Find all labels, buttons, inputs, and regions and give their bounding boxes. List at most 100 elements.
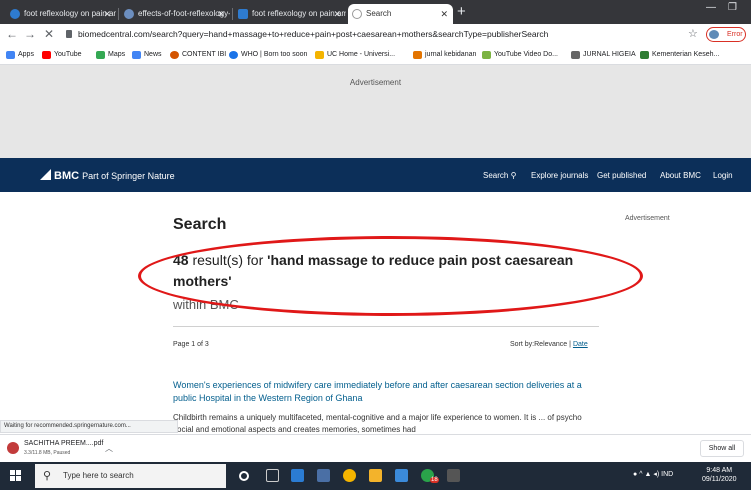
bookmark-item[interactable]: JURNAL HIGEIA (571, 49, 636, 61)
bookmark-item[interactable]: WHO | Born too soon (229, 49, 307, 61)
search-placeholder: Type here to search (63, 471, 134, 480)
tab-4-active[interactable]: Search ✕ (348, 4, 453, 24)
notification-badge: 18 (430, 477, 439, 483)
tab-favicon-icon (238, 9, 248, 19)
address-bar[interactable]: biomedcentral.com/search?query=hand+mass… (66, 26, 682, 44)
minimize-icon[interactable]: — (706, 2, 716, 13)
bookmark-item[interactable]: News (132, 49, 162, 61)
tab-divider (118, 8, 119, 20)
ad-banner[interactable]: Advertisement (0, 65, 751, 158)
mail-icon[interactable] (395, 469, 408, 482)
bookmark-item[interactable]: YouTube (42, 49, 82, 61)
pdf-icon (7, 442, 19, 454)
download-icon (482, 51, 491, 59)
pagination-text: Page 1 of 3 (173, 341, 209, 348)
file-explorer-icon[interactable] (369, 469, 382, 482)
bmc-logo[interactable]: BMC Part of Springer Nature (40, 169, 175, 182)
bookmark-label: YouTube Video Do... (494, 51, 558, 58)
content-icon (170, 51, 179, 59)
article-snippet: Childbirth remains a uniquely multifacet… (173, 413, 582, 434)
tab-2[interactable]: effects-of-foot-reflexology-on-p ✕ (120, 4, 230, 24)
profile-error-button[interactable]: Error (706, 27, 746, 42)
bookmark-label: YouTube (54, 51, 82, 58)
sort-control: Sort by:Relevance | Date (510, 341, 588, 348)
taskbar-search[interactable]: ⚲ Type here to search (35, 464, 226, 488)
clock-time: 9:48 AM (706, 467, 733, 474)
maps-icon (96, 51, 105, 59)
ad-label: Advertisement (349, 78, 402, 87)
avatar (709, 30, 719, 39)
media-icon[interactable] (317, 469, 330, 482)
bookmark-item[interactable]: jurnal kebidanan (413, 49, 476, 61)
stop-icon[interactable]: ✕ (44, 27, 54, 42)
sort-label: Sort by: (510, 341, 535, 348)
clock[interactable]: 9:48 AM 09/11/2020 (702, 466, 737, 484)
download-item[interactable]: SACHITHA PREEM....pdf 3.3/11.8 MB, Pause… (7, 439, 137, 459)
logo-subtitle: Part of Springer Nature (82, 171, 175, 181)
tab-divider (232, 8, 233, 20)
journal-icon (413, 51, 422, 59)
back-icon[interactable]: ← (6, 27, 18, 42)
ad-sidebar-label: Advertisement (625, 215, 670, 222)
store-icon[interactable] (447, 469, 460, 482)
cortana-icon[interactable] (239, 471, 249, 481)
sort-current: Relevance (534, 341, 568, 348)
word-icon[interactable] (291, 469, 304, 482)
tab-title: foot reflexology on pain among y (252, 9, 346, 18)
tab-1[interactable]: foot reflexology on pain among y ✕ (6, 4, 116, 24)
close-icon[interactable]: ✕ (103, 4, 111, 24)
show-all-button[interactable]: Show all (700, 440, 744, 457)
bookmark-item[interactable]: CONTENT IBI (170, 49, 226, 61)
bookmark-label: Apps (18, 51, 34, 58)
search-icon: ⚲ (510, 171, 517, 180)
language-indicator[interactable]: IND (661, 471, 673, 478)
bookmark-item[interactable]: UC Home - Universi... (315, 49, 395, 61)
bookmark-label: JURNAL HIGEIA (583, 51, 636, 58)
ministry-icon (640, 51, 649, 59)
tab-favicon-icon (124, 9, 134, 19)
tab-favicon-icon (10, 9, 20, 19)
download-filename: SACHITHA PREEM....pdf (24, 440, 104, 447)
bookmark-item[interactable]: Apps (6, 49, 34, 61)
bookmarks-bar: Apps YouTube Maps News CONTENT IBI WHO |… (0, 46, 751, 65)
article-title-link[interactable]: Women's experiences of midwifery care im… (173, 379, 603, 405)
nav-explore-journals[interactable]: Explore journals (531, 171, 588, 180)
clock-date: 09/11/2020 (702, 476, 737, 483)
forward-icon[interactable]: → (24, 27, 36, 42)
task-view-icon[interactable] (266, 469, 279, 482)
taskbar: ⚲ Type here to search 18 ● ^ ▲ ◂) IND 9:… (0, 462, 751, 490)
windows-start-icon[interactable] (10, 470, 22, 482)
volume-icon[interactable]: ◂) (653, 471, 659, 478)
tab-3[interactable]: foot reflexology on pain among y ✕ (234, 4, 346, 24)
download-status: 3.3/11.8 MB, Paused (24, 450, 71, 456)
bookmark-item[interactable]: Kementerian Keseh... (640, 49, 719, 61)
sort-separator: | (569, 341, 571, 348)
bookmark-item[interactable]: Maps (96, 49, 125, 61)
bookmark-label: Maps (108, 51, 126, 58)
bookmark-star-icon[interactable]: ☆ (688, 27, 698, 40)
bookmark-label: CONTENT IBI (182, 51, 227, 58)
page-title: Search (173, 216, 227, 233)
chevron-up-icon[interactable]: ^ (639, 471, 642, 478)
nav-login[interactable]: Login (713, 171, 733, 180)
chrome-tray-icon[interactable]: ● (633, 471, 637, 478)
close-icon[interactable]: ✕ (217, 4, 225, 24)
bookmark-label: News (144, 51, 162, 58)
restore-icon[interactable]: ❐ (728, 2, 737, 13)
who-icon (229, 51, 238, 59)
chrome-icon[interactable] (343, 469, 356, 482)
new-tab-icon[interactable]: + (457, 3, 466, 21)
close-icon[interactable]: ✕ (440, 4, 448, 24)
url-text[interactable]: biomedcentral.com/search?query=hand+mass… (78, 29, 548, 39)
close-icon[interactable]: ✕ (333, 4, 341, 24)
chevron-up-icon[interactable]: ︿ (105, 443, 113, 454)
network-icon[interactable]: ▲ (644, 471, 651, 478)
address-toolbar: ← → ✕ biomedcentral.com/search?query=han… (0, 24, 751, 46)
tab-title: Search (366, 9, 392, 18)
nav-search[interactable]: Search ⚲ (483, 171, 516, 180)
bookmark-item[interactable]: YouTube Video Do... (482, 49, 558, 61)
bmc-logo-icon (40, 169, 51, 180)
nav-about-bmc[interactable]: About BMC (660, 171, 701, 180)
nav-get-published[interactable]: Get published (597, 171, 646, 180)
sort-date-link[interactable]: Date (573, 341, 588, 348)
